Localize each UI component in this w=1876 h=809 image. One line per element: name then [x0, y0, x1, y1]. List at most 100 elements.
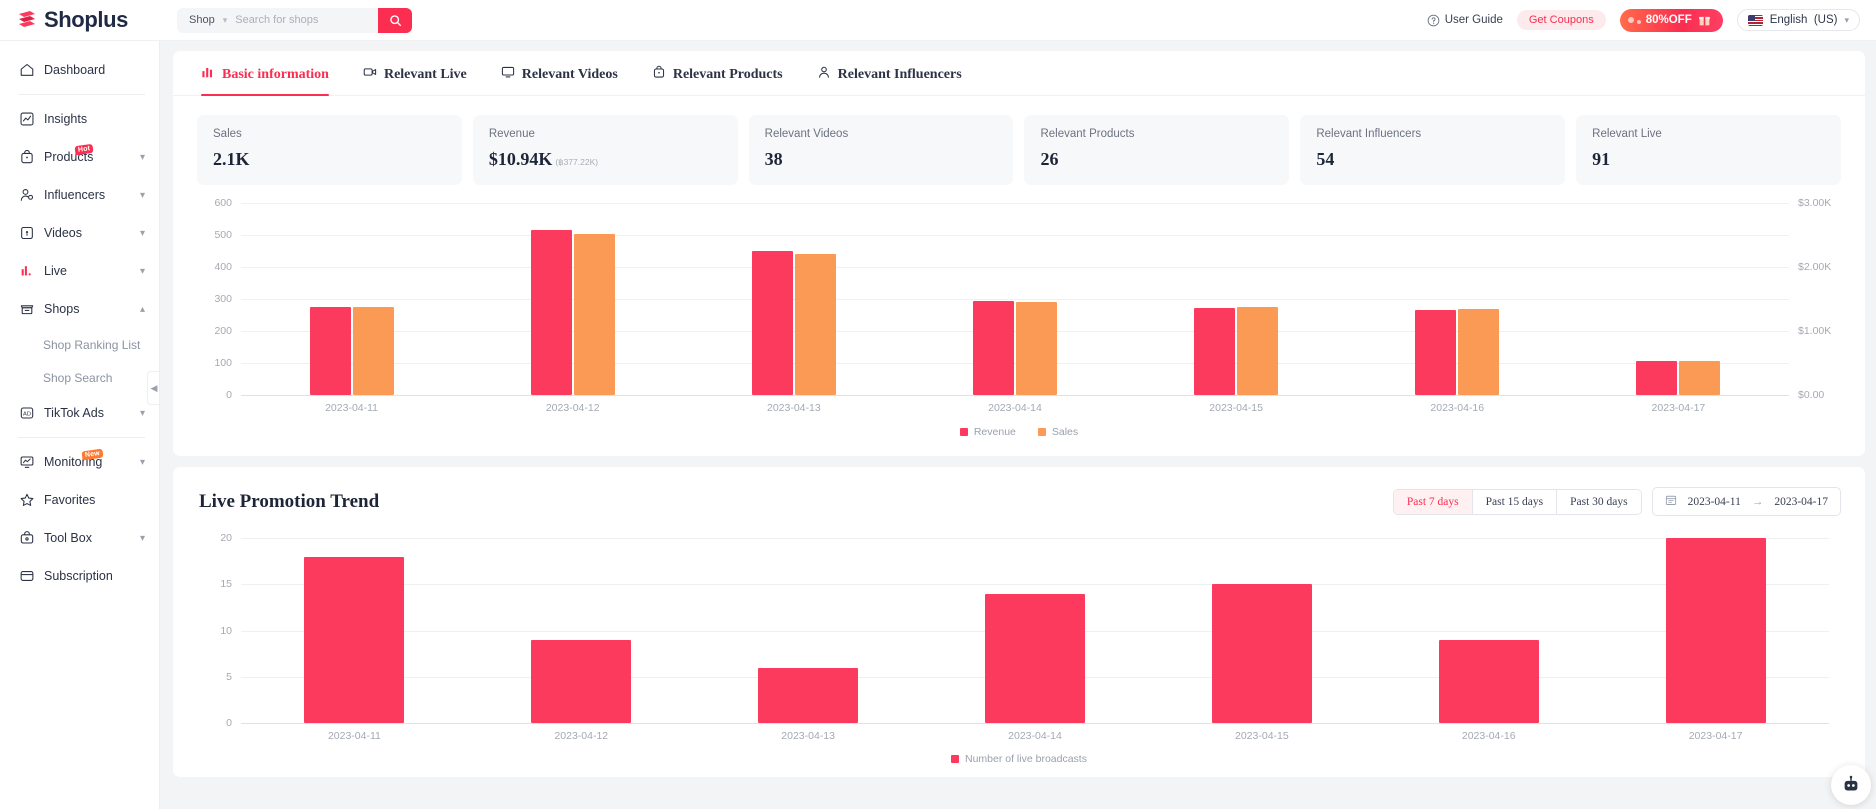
calendar-icon — [1665, 494, 1677, 509]
date-start[interactable]: 2023-04-11 — [1688, 496, 1741, 508]
bubble-decoration-icon — [1636, 19, 1641, 24]
subscription-icon — [18, 568, 35, 585]
chart-bar-group — [904, 203, 1125, 395]
legend-swatch — [959, 428, 968, 436]
sidebar-item-videos[interactable]: Videos ▾ — [0, 214, 159, 252]
chevron-down-icon[interactable]: ▾ — [140, 533, 145, 544]
chart-bar[interactable] — [794, 253, 836, 395]
tab-relevant-live[interactable]: Relevant Live — [363, 65, 467, 95]
chart-bar[interactable] — [1415, 309, 1457, 395]
top-bar: Shoplus Shop ▾ User Guide — [0, 0, 1876, 41]
sidebar-item-subscription[interactable]: Subscription — [0, 557, 159, 595]
date-range-picker[interactable]: 2023-04-11 → 2023-04-17 — [1651, 487, 1841, 516]
chevron-down-icon[interactable]: ▾ — [140, 457, 145, 468]
legend-item[interactable]: Revenue — [959, 426, 1016, 438]
chart-bar[interactable] — [1636, 361, 1678, 395]
chart-bar[interactable] — [304, 556, 405, 723]
chart-bar-group — [695, 538, 922, 723]
chart-bar[interactable] — [758, 667, 859, 723]
chart-bar[interactable] — [972, 300, 1014, 395]
chart-y-tick-left: 0 — [226, 389, 232, 401]
chart-bar[interactable] — [1458, 309, 1500, 395]
chevron-up-icon[interactable]: ▴ — [140, 304, 145, 315]
robot-assistant-icon — [1844, 775, 1858, 791]
chart-bar[interactable] — [1665, 538, 1766, 723]
promo-discount-button[interactable]: 80%OFF — [1619, 8, 1723, 32]
chart-bar[interactable] — [1211, 584, 1312, 723]
date-end[interactable]: 2023-04-17 — [1774, 496, 1828, 508]
search-scope-label[interactable]: Shop — [177, 14, 223, 26]
stat-label: Revenue — [488, 128, 535, 140]
chart-bar[interactable] — [531, 639, 632, 723]
chart-x-tick: 2023-04-15 — [1209, 402, 1263, 414]
chart-plot-area: 0 $0.00 100 200 $1.00K 300 400 $2.00K 500 600 $3.0… — [214, 197, 1831, 401]
tab-bar: Basic information Relevant Live Relevant… — [173, 51, 1865, 96]
chart-x-tick: 2023-04-14 — [1008, 730, 1062, 742]
chevron-down-icon[interactable]: ▾ — [1844, 15, 1849, 26]
chart-bar[interactable] — [573, 233, 615, 395]
chevron-down-icon[interactable]: ▾ — [140, 408, 145, 419]
sidebar-item-monitoring[interactable]: Monitoring New ▾ — [0, 443, 159, 481]
chevron-down-icon[interactable]: ▾ — [223, 15, 236, 26]
stat-card-relevant-live: Relevant Live 91 — [1576, 115, 1841, 185]
chart-bar[interactable] — [751, 251, 793, 395]
chart-y-tick-right: $1.00K — [1798, 325, 1832, 337]
preset-past-15-days[interactable]: Past 15 days — [1472, 489, 1558, 514]
sidebar-item-favorites[interactable]: Favorites — [0, 481, 159, 519]
stat-number: 26 — [1040, 149, 1059, 169]
chart-bar[interactable] — [1438, 639, 1539, 723]
legend-item[interactable]: Sales — [1037, 426, 1078, 438]
chart-y-tick: 5 — [226, 670, 232, 683]
chart-bar[interactable] — [1194, 307, 1236, 395]
search-input[interactable] — [235, 7, 378, 33]
chart-bar[interactable] — [1679, 361, 1721, 395]
legend-item[interactable]: Number of live broadcasts — [951, 753, 1087, 765]
sidebar-item-insights[interactable]: Insights — [0, 100, 159, 138]
stat-number: 91 — [1592, 149, 1611, 169]
stat-cards: Sales 2.1K Revenue $10.94K (฿377.22K) Rel… — [173, 96, 1865, 185]
language-selector[interactable]: English (US) ▾ — [1736, 9, 1860, 31]
tab-relevant-videos[interactable]: Relevant Videos — [501, 65, 618, 95]
sidebar-item-tool-box[interactable]: Tool Box ▾ — [0, 519, 159, 557]
sidebar-item-shop-search[interactable]: Shop Search — [0, 361, 159, 394]
chart-bar[interactable] — [1237, 307, 1279, 395]
chart-gridline — [241, 395, 1789, 396]
sidebar-collapse-handle[interactable]: ◀ — [147, 371, 159, 405]
chart-bar[interactable] — [309, 307, 351, 395]
chart-x-tick: 2023-04-14 — [988, 402, 1042, 414]
chevron-down-icon[interactable]: ▾ — [140, 266, 145, 277]
sidebar-item-products[interactable]: Products Hot ▾ — [0, 138, 159, 176]
sidebar-divider — [18, 94, 145, 95]
chevron-down-icon[interactable]: ▾ — [140, 190, 145, 201]
chart-bar[interactable] — [1015, 302, 1057, 395]
stat-value: $10.94K (฿377.22K) — [489, 149, 722, 170]
get-coupons-button[interactable]: Get Coupons — [1516, 10, 1606, 30]
chart-bar-group — [241, 538, 468, 723]
sidebar-item-influencers[interactable]: Influencers ▾ — [0, 176, 159, 214]
chart-bar[interactable] — [352, 307, 394, 395]
sidebar-item-dashboard[interactable]: Dashboard — [0, 51, 159, 89]
tab-basic-information[interactable]: Basic information — [201, 65, 329, 96]
sidebar-item-live[interactable]: Live ▾ — [0, 252, 159, 290]
search-bar[interactable]: Shop ▾ — [177, 7, 412, 33]
search-button[interactable] — [378, 7, 412, 33]
preset-past-30-days[interactable]: Past 30 days — [1557, 489, 1641, 514]
chevron-down-icon[interactable]: ▾ — [140, 228, 145, 239]
chart-y-tick: 15 — [220, 578, 232, 591]
tab-relevant-products[interactable]: Relevant Products — [652, 65, 783, 95]
tab-relevant-influencers[interactable]: Relevant Influencers — [817, 65, 962, 95]
user-guide-button[interactable]: User Guide — [1427, 14, 1503, 27]
chart-bar[interactable] — [530, 229, 572, 395]
gift-icon — [1698, 16, 1710, 25]
preset-past-7-days[interactable]: Past 7 days — [1393, 489, 1473, 514]
brand-logo[interactable]: Shoplus — [0, 7, 160, 33]
legend-label: Revenue — [973, 426, 1016, 438]
sidebar-item-shops[interactable]: Shops ▴ — [0, 290, 159, 328]
sidebar-label: Dashboard — [44, 63, 106, 77]
sidebar-item-tiktok-ads[interactable]: AD TikTok Ads ▾ — [0, 394, 159, 432]
sidebar-item-shop-ranking-list[interactable]: Shop Ranking List — [0, 328, 159, 361]
floating-assistant-button[interactable] — [1831, 765, 1871, 805]
sidebar-label: Videos — [44, 226, 82, 240]
chart-bar[interactable] — [985, 593, 1085, 723]
chevron-down-icon[interactable]: ▾ — [140, 152, 145, 163]
